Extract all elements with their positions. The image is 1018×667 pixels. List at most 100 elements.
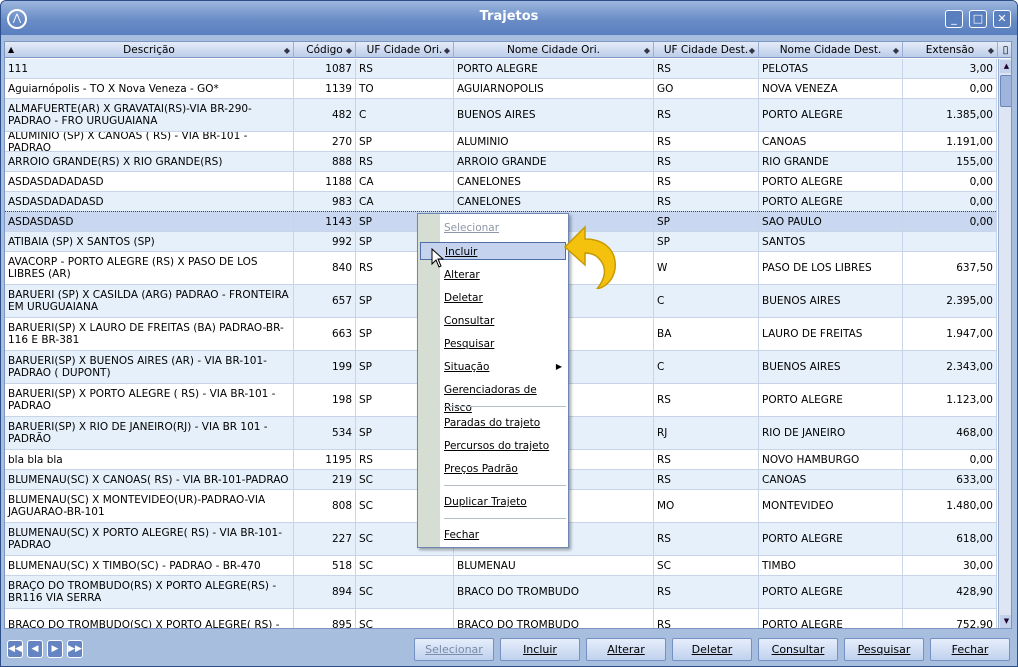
cell-nome-cidade-ori: BRACO DO TROMBUDO <box>454 576 654 608</box>
header-uf-cidade-ori[interactable]: UF Cidade Ori. ◆ <box>356 42 454 58</box>
cell-uf-dest: RS <box>654 172 759 191</box>
cell-uf-ori: RS <box>356 152 454 171</box>
cell-extensao: 155,00 <box>903 152 997 171</box>
selecionar-button[interactable]: Selecionar <box>414 638 494 661</box>
cell-codigo: 992 <box>294 232 356 251</box>
cell-uf-ori: RS <box>356 59 454 78</box>
cell-descricao: ALMAFUERTE(AR) X GRAVATAI(RS)-VIA BR-290… <box>5 99 294 131</box>
header-uf-cidade-dest[interactable]: UF Cidade Dest. ◆ <box>654 42 759 58</box>
cell-codigo: 1195 <box>294 450 356 469</box>
last-page-icon[interactable]: ▶▶ <box>67 640 83 658</box>
cell-codigo: 1139 <box>294 79 356 98</box>
menu-separator <box>444 518 566 519</box>
cell-uf-dest: RS <box>654 99 759 131</box>
incluir-button[interactable]: Incluir <box>500 638 580 661</box>
cell-descricao: BARUERI(SP) X RIO DE JANEIRO(RJ) - VIA B… <box>5 417 294 449</box>
close-icon[interactable]: ✕ <box>993 10 1011 28</box>
column-chooser-icon[interactable]: ▯ <box>998 42 1011 58</box>
cell-codigo: 219 <box>294 470 356 489</box>
cell-codigo: 1143 <box>294 212 356 231</box>
menu-item-percursos-do-trajeto[interactable]: Percursos do trajeto <box>444 437 566 455</box>
main-window: ⋀ Trajetos _ □ ✕ ▲ Descrição ◆ Código ◆ UF … <box>0 0 1018 667</box>
header-descricao[interactable]: ▲ Descrição ◆ <box>5 42 294 58</box>
first-page-icon[interactable]: ◀◀ <box>7 640 23 658</box>
cell-nome-cidade-dest: PORTO ALEGRE <box>759 172 903 191</box>
header-extensao[interactable]: Extensão ◆ <box>903 42 998 58</box>
alterar-button[interactable]: Alterar <box>586 638 666 661</box>
menu-item-alterar[interactable]: Alterar <box>444 266 566 284</box>
table-row[interactable]: Aguiarnópolis - TO X Nova Veneza - GO* 11… <box>5 79 997 99</box>
menu-item-gerenciadoras-de-risco[interactable]: Gerenciadoras de Risco <box>444 381 566 414</box>
cell-nome-cidade-ori: ARROIO GRANDE <box>454 152 654 171</box>
menu-item-duplicar-trajeto[interactable]: Duplicar Trajeto <box>444 493 566 511</box>
cell-nome-cidade-dest: MONTEVIDEO <box>759 490 903 522</box>
cell-extensao: 468,00 <box>903 417 997 449</box>
cell-codigo: 198 <box>294 384 356 416</box>
table-row[interactable]: ARROIO GRANDE(RS) X RIO GRANDE(RS) 888 RS A… <box>5 152 997 172</box>
cell-uf-dest: RS <box>654 59 759 78</box>
cell-nome-cidade-dest: NOVO HAMBURGO <box>759 450 903 469</box>
cell-uf-dest: BA <box>654 318 759 350</box>
table-row[interactable]: 111 1087 RS PORTO ALEGRE RS PELOTAS 3,00 <box>5 59 997 79</box>
prev-page-icon[interactable]: ◀ <box>27 640 43 658</box>
menu-item-deletar[interactable]: Deletar <box>444 289 566 307</box>
table-row[interactable]: BRAÇO DO TROMBUDO(RS) X PORTO ALEGRE(RS)… <box>5 576 997 609</box>
table-row[interactable]: ALMAFUERTE(AR) X GRAVATAI(RS)-VIA BR-290… <box>5 99 997 132</box>
next-page-icon[interactable]: ▶ <box>47 640 63 658</box>
minimize-icon[interactable]: _ <box>945 10 963 28</box>
menu-separator <box>444 485 566 486</box>
header-nome-cidade-dest[interactable]: Nome Cidade Dest. ◆ <box>759 42 903 58</box>
cell-nome-cidade-dest: PORTO ALEGRE <box>759 99 903 131</box>
cell-codigo: 894 <box>294 576 356 608</box>
menu-item-situacao[interactable]: Situação ▶ <box>444 358 566 376</box>
cell-nome-cidade-dest: PASO DE LOS LIBRES <box>759 252 903 284</box>
scroll-thumb[interactable] <box>1000 75 1011 107</box>
cell-uf-dest: SP <box>654 232 759 251</box>
cell-codigo: 534 <box>294 417 356 449</box>
menu-item-fechar[interactable]: Fechar <box>444 526 566 544</box>
cell-extensao: 0,00 <box>903 192 997 211</box>
menu-item-pesquisar[interactable]: Pesquisar <box>444 335 566 353</box>
fechar-button[interactable]: Fechar <box>930 638 1010 661</box>
cell-codigo: 518 <box>294 556 356 575</box>
title-bar[interactable]: ⋀ Trajetos _ □ ✕ <box>1 1 1017 35</box>
cell-extensao: 2.343,00 <box>903 351 997 383</box>
table-row[interactable]: BRAÇO DO TROMBUDO(SC) X PORTO ALEGRE( RS… <box>5 609 997 628</box>
cell-descricao: AVACORP - PORTO ALEGRE (RS) X PASO DE LO… <box>5 252 294 284</box>
menu-item-selecionar[interactable]: Selecionar <box>444 219 566 237</box>
header-codigo[interactable]: Código ◆ <box>294 42 356 58</box>
cell-descricao: BLUMENAU(SC) X MONTEVIDEO(UR)-PADRAO-VIA… <box>5 490 294 522</box>
pesquisar-button[interactable]: Pesquisar <box>844 638 924 661</box>
cell-nome-cidade-ori: BLUMENAU <box>454 556 654 575</box>
cell-descricao: Aguiarnópolis - TO X Nova Veneza - GO* <box>5 79 294 98</box>
cell-extensao: 1.385,00 <box>903 99 997 131</box>
consultar-button[interactable]: Consultar <box>758 638 838 661</box>
window-title: Trajetos <box>479 9 539 24</box>
table-row[interactable]: BLUMENAU(SC) X TIMBO(SC) - PADRAO - BR-4… <box>5 556 997 576</box>
cell-nome-cidade-ori: BRACO DO TROMBUDO <box>454 609 654 628</box>
menu-item-precos-padrao[interactable]: Preços Padrão <box>444 460 566 478</box>
cell-nome-cidade-dest: BUENOS AIRES <box>759 285 903 317</box>
deletar-button[interactable]: Deletar <box>672 638 752 661</box>
header-nome-cidade-ori[interactable]: Nome Cidade Ori. ◆ <box>454 42 654 58</box>
table-row[interactable]: ALUMINIO (SP) X CANOAS ( RS) - VIA BR-10… <box>5 132 997 152</box>
cell-uf-ori: SC <box>356 556 454 575</box>
cell-descricao: ATIBAIA (SP) X SANTOS (SP) <box>5 232 294 251</box>
bottom-toolbar: ◀◀ ◀ ▶ ▶▶ Selecionar Incluir Alterar Del… <box>1 631 1017 666</box>
menu-item-paradas-do-trajeto[interactable]: Paradas do trajeto <box>444 414 566 432</box>
menu-item-label: Situação <box>444 361 490 373</box>
vertical-scrollbar[interactable]: ▲ ▼ <box>998 59 1011 628</box>
scroll-up-icon[interactable]: ▲ <box>1000 60 1011 73</box>
cell-uf-ori: SP <box>356 132 454 151</box>
cell-nome-cidade-dest: CANOAS <box>759 470 903 489</box>
cell-uf-dest: RS <box>654 470 759 489</box>
sort-icon: ◆ <box>345 46 352 55</box>
cell-extensao: 0,00 <box>903 79 997 98</box>
menu-item-consultar[interactable]: Consultar <box>444 312 566 330</box>
table-row[interactable]: ASDASDADADASD 1188 CA CANELONES RS PORTO ALEG… <box>5 172 997 192</box>
maximize-icon[interactable]: □ <box>969 10 987 28</box>
table-row[interactable]: ASDASDADADASD 983 CA CANELONES RS PORTO ALEGR… <box>5 192 997 212</box>
scroll-down-icon[interactable]: ▼ <box>1000 615 1011 628</box>
cell-extensao <box>903 232 997 251</box>
cell-uf-dest: RS <box>654 450 759 469</box>
